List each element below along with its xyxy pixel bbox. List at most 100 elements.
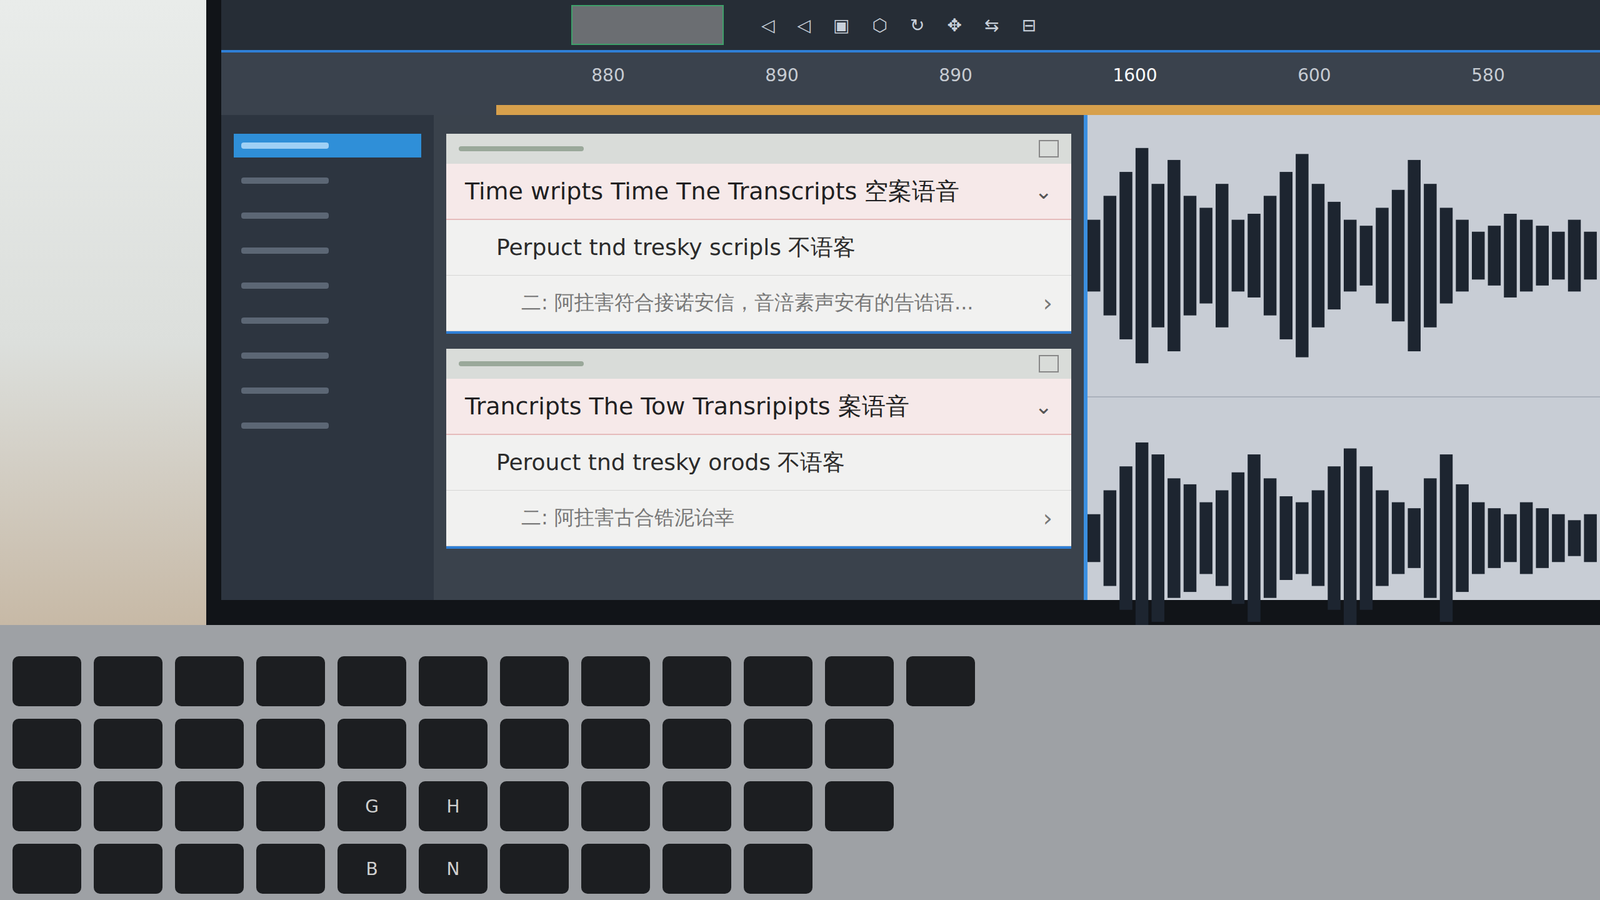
title-text: Trancripts The Tow Transripipts 案语音 (465, 390, 910, 423)
key[interactable] (662, 718, 732, 769)
tool-button[interactable]: ↻ (910, 15, 925, 36)
transcript-line[interactable]: Perouct tnd tresky orods 不语客 (446, 435, 1072, 491)
waveform-bar (1280, 171, 1294, 340)
expand-icon[interactable]: ⌄ (1035, 178, 1054, 204)
key[interactable] (418, 718, 488, 769)
key[interactable] (256, 781, 325, 832)
key[interactable] (743, 656, 813, 707)
transcript-detail[interactable]: 二: 阿拄害古合锆泥诒幸› (446, 490, 1072, 547)
waveform-track[interactable] (1087, 115, 1600, 398)
sidebar-item[interactable] (233, 413, 422, 438)
key[interactable] (175, 718, 244, 769)
waveform-bar (1103, 490, 1117, 586)
key[interactable]: H (418, 781, 488, 832)
laptop-bezel: ◁◁▣⬡↻✥⇆⊟8808908901600600580Time wripts T… (206, 0, 1600, 625)
waveform-bar (1503, 213, 1517, 298)
waveform-bar (1503, 514, 1517, 563)
more-icon[interactable]: › (1043, 504, 1053, 532)
key[interactable] (12, 656, 82, 707)
sidebar-item[interactable] (233, 308, 422, 333)
key[interactable] (662, 656, 732, 707)
key[interactable] (662, 843, 732, 894)
header-label (458, 361, 584, 367)
key[interactable] (256, 843, 325, 894)
sidebar-item-bar (241, 142, 329, 149)
ruler-tick: 880 (591, 65, 625, 86)
key[interactable] (825, 656, 894, 707)
key[interactable] (825, 781, 894, 832)
key[interactable] (743, 843, 813, 894)
key[interactable] (500, 718, 569, 769)
key[interactable] (906, 656, 975, 707)
key[interactable] (175, 656, 244, 707)
key[interactable] (581, 656, 650, 707)
key[interactable]: N (418, 843, 488, 894)
key[interactable] (175, 781, 244, 832)
tool-button[interactable]: ⊟ (1021, 15, 1036, 36)
key[interactable] (256, 656, 325, 707)
key[interactable] (12, 843, 82, 894)
key[interactable] (418, 656, 488, 707)
waveform-bar (1247, 213, 1261, 298)
ruler-tick: 1600 (1112, 65, 1157, 86)
sidebar-item[interactable] (233, 203, 422, 228)
screen: ◁◁▣⬡↻✥⇆⊟8808908901600600580Time wripts T… (221, 0, 1600, 600)
transcript-line[interactable]: Perpuct tnd tresky scripls 不语客 (446, 220, 1072, 276)
key[interactable] (743, 718, 813, 769)
waveform-bar (1551, 231, 1565, 280)
key[interactable] (93, 781, 163, 832)
key[interactable] (93, 718, 163, 769)
waveform-bar (1135, 442, 1149, 634)
sidebar-item[interactable] (233, 133, 422, 158)
tool-button[interactable]: ▣ (833, 15, 850, 36)
transcript-title[interactable]: Time wripts Time Tne Transcripts 空案语音⌄ (446, 163, 1072, 220)
key[interactable] (256, 718, 325, 769)
transcript-title[interactable]: Trancripts The Tow Transripipts 案语音 ⌄ (446, 378, 1072, 435)
key[interactable] (581, 843, 650, 894)
key[interactable] (175, 843, 244, 894)
tool-button[interactable]: ◁ (761, 15, 775, 36)
ruler-ticks: 8808908901600600580 (496, 52, 1600, 115)
sidebar-item[interactable] (233, 168, 422, 193)
key[interactable] (581, 781, 650, 832)
sidebar-item[interactable] (233, 273, 422, 298)
waveform-bar (1295, 502, 1309, 575)
key[interactable]: B (337, 843, 407, 894)
tool-button[interactable]: ◁ (797, 15, 812, 36)
waveform-bar (1343, 448, 1357, 629)
header-label (458, 146, 584, 152)
waveform (1087, 127, 1600, 384)
key[interactable] (337, 718, 407, 769)
card-menu-button[interactable] (1038, 355, 1059, 373)
tool-button[interactable]: ⬡ (872, 15, 888, 36)
card-menu-button[interactable] (1038, 140, 1059, 158)
key[interactable] (337, 656, 407, 707)
card-header (446, 348, 1072, 379)
sidebar-item[interactable] (233, 343, 422, 368)
key[interactable]: G (337, 781, 407, 832)
sidebar-item[interactable] (233, 238, 422, 263)
key[interactable] (662, 781, 732, 832)
waveform-bar (1440, 454, 1454, 622)
tool-button[interactable]: ⇆ (984, 15, 999, 36)
key[interactable] (12, 781, 82, 832)
key[interactable] (93, 656, 163, 707)
sidebar-item[interactable] (233, 378, 422, 403)
key[interactable] (500, 781, 569, 832)
key[interactable] (93, 843, 163, 894)
key[interactable] (825, 718, 894, 769)
key[interactable] (500, 843, 569, 894)
transcript-panel: Time wripts Time Tne Transcripts 空案语音⌄Pe… (433, 115, 1084, 600)
expand-icon[interactable]: ⌄ (1035, 393, 1054, 419)
key[interactable] (500, 656, 569, 707)
tool-button[interactable]: ✥ (946, 15, 962, 36)
line-text: Perouct tnd tresky orods 不语客 (465, 447, 845, 479)
key[interactable] (743, 781, 813, 832)
transcript-detail[interactable]: 二: 阿拄害符合接诺安信，音涪素声安有的告诰语...› (446, 275, 1072, 332)
editor-body: Time wripts Time Tne Transcripts 空案语音⌄Pe… (221, 115, 1600, 600)
timeline-ruler[interactable]: 8808908901600600580 (221, 50, 1600, 115)
key[interactable] (12, 718, 82, 769)
more-icon[interactable]: › (1043, 289, 1053, 317)
waveform-panel[interactable] (1083, 115, 1600, 600)
key[interactable] (581, 718, 650, 769)
